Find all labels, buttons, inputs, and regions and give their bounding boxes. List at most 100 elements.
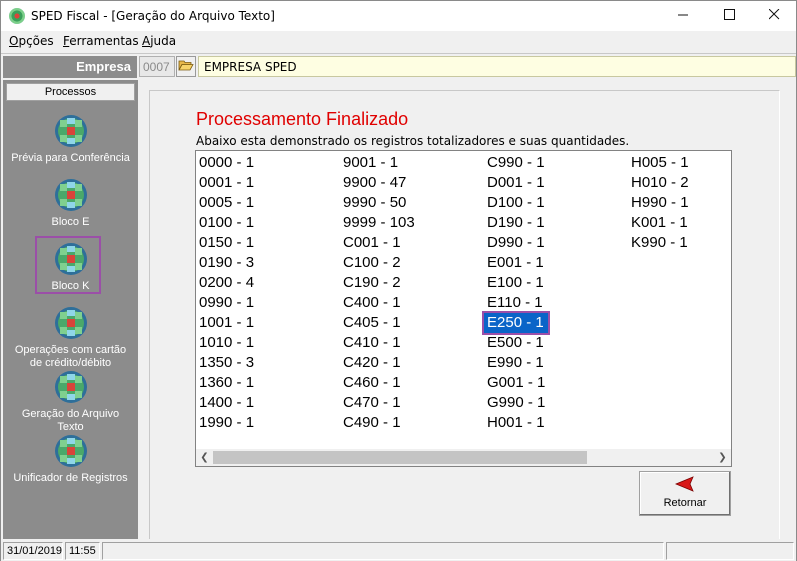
list-item[interactable]: 0150 - 1 (196, 233, 254, 253)
window-title: SPED Fiscal - [Geração do Arquivo Texto] (31, 9, 275, 23)
list-item[interactable]: E500 - 1 (484, 333, 548, 353)
app-logo-icon (9, 8, 25, 24)
empresa-name-field: EMPRESA SPED (198, 56, 796, 77)
list-item[interactable]: C490 - 1 (340, 413, 415, 433)
list-item[interactable]: H001 - 1 (484, 413, 548, 433)
sidebar-item-pr-via-para-confer-ncia[interactable]: Prévia para Conferência (3, 114, 138, 165)
records-column: H005 - 1 H010 - 2 H990 - 1 K001 - 1 K990 - 1 (628, 153, 689, 253)
list-item[interactable]: D990 - 1 (484, 233, 548, 253)
sidebar-item-unificador-de-registros[interactable]: Unificador de Registros (3, 434, 138, 485)
menu-ferramentas[interactable]: Ferramentas (63, 34, 139, 48)
selection-frame (35, 236, 101, 294)
empresa-bar: Empresa 0007 EMPRESA SPED (1, 53, 796, 78)
menu-ajuda[interactable]: Ajuda (142, 34, 176, 48)
list-item[interactable]: H990 - 1 (628, 193, 689, 213)
list-item[interactable]: 0000 - 1 (196, 153, 254, 173)
retornar-label: Retornar (663, 497, 707, 509)
list-item[interactable]: E100 - 1 (484, 273, 548, 293)
process-globe-icon (54, 114, 88, 148)
list-item[interactable]: 9999 - 103 (340, 213, 415, 233)
sidebar-item-bloco-e[interactable]: Bloco E (3, 178, 138, 229)
retornar-button[interactable]: Retornar (639, 471, 731, 516)
horizontal-scrollbar[interactable]: ❮ ❯ (196, 449, 731, 466)
menu-opcoes[interactable]: Opções (9, 34, 54, 48)
menu-ajuda-rest: juda (150, 34, 177, 48)
list-item[interactable]: C400 - 1 (340, 293, 415, 313)
selected-list-item[interactable]: E250 - 1 (482, 311, 550, 335)
list-item[interactable]: C190 - 2 (340, 273, 415, 293)
list-item[interactable]: G990 - 1 (484, 393, 548, 413)
list-item[interactable]: C470 - 1 (340, 393, 415, 413)
status-message (102, 542, 664, 560)
maximize-icon (723, 8, 735, 24)
list-item[interactable]: D100 - 1 (484, 193, 548, 213)
list-item[interactable]: C460 - 1 (340, 373, 415, 393)
menu-bar: Opções Ferramentas Ajuda (1, 31, 796, 52)
records-column: 0000 - 1 0001 - 1 0005 - 1 0100 - 1 0150 - 1… (196, 153, 254, 433)
status-bar: 31/01/2019 11:55 (1, 540, 796, 561)
list-item[interactable]: C001 - 1 (340, 233, 415, 253)
list-item[interactable]: C990 - 1 (484, 153, 548, 173)
title-bar: SPED Fiscal - [Geração do Arquivo Texto] (1, 1, 796, 31)
list-item[interactable]: 9900 - 47 (340, 173, 415, 193)
list-item[interactable]: H005 - 1 (628, 153, 689, 173)
list-item[interactable]: 9001 - 1 (340, 153, 415, 173)
sidebar-item-opera-es-com-cart-o-de-cr-dito-d-bito[interactable]: Operações com cartão de crédito/débito (3, 306, 138, 370)
list-item[interactable]: 9990 - 50 (340, 193, 415, 213)
list-item[interactable]: C100 - 2 (340, 253, 415, 273)
list-item[interactable]: C420 - 1 (340, 353, 415, 373)
scrollbar-thumb[interactable] (213, 451, 587, 464)
sidebar-item-gera-o-do-arquivo-texto[interactable]: Geração do Arquivo Texto (3, 370, 138, 434)
folder-open-icon (178, 58, 194, 75)
list-item[interactable]: 0005 - 1 (196, 193, 254, 213)
list-item[interactable]: D001 - 1 (484, 173, 548, 193)
list-item[interactable]: G001 - 1 (484, 373, 548, 393)
list-item[interactable]: 0200 - 4 (196, 273, 254, 293)
scroll-right-icon[interactable]: ❯ (714, 449, 731, 466)
status-time: 11:55 (65, 542, 100, 560)
back-arrow-icon (640, 476, 730, 495)
sidebar-item-label: Unificador de Registros (13, 472, 128, 484)
list-item[interactable]: K990 - 1 (628, 233, 689, 253)
page-title: Processamento Finalizado (196, 109, 409, 129)
list-item[interactable]: 1350 - 3 (196, 353, 254, 373)
records-listbox[interactable]: 0000 - 1 0001 - 1 0005 - 1 0100 - 1 0150 - 1… (195, 150, 732, 467)
list-item[interactable]: E990 - 1 (484, 353, 548, 373)
list-item[interactable]: D190 - 1 (484, 213, 548, 233)
menu-ferramentas-rest: erramentas (69, 34, 139, 48)
process-globe-icon (54, 178, 88, 212)
list-item[interactable]: K001 - 1 (628, 213, 689, 233)
list-item[interactable]: H010 - 2 (628, 173, 689, 193)
minimize-button[interactable] (660, 1, 706, 31)
list-item[interactable]: 1400 - 1 (196, 393, 254, 413)
sidebar-item-bloco-k[interactable]: Bloco K (3, 236, 138, 294)
list-item[interactable]: 0100 - 1 (196, 213, 254, 233)
open-empresa-button[interactable] (176, 56, 196, 77)
list-item[interactable]: 1360 - 1 (196, 373, 254, 393)
sidebar-item-label: Operações com cartão de crédito/débito (14, 344, 127, 369)
page-subtitle: Abaixo esta demonstrado os registros tot… (196, 134, 630, 148)
list-item[interactable]: 1010 - 1 (196, 333, 254, 353)
records-column: 9001 - 1 9900 - 47 9990 - 50 9999 - 103 C001… (340, 153, 415, 433)
menu-ajuda-accel: A (142, 34, 151, 48)
process-globe-icon (54, 370, 88, 404)
list-item[interactable]: C410 - 1 (340, 333, 415, 353)
list-item[interactable]: E001 - 1 (484, 253, 548, 273)
list-item[interactable]: C405 - 1 (340, 313, 415, 333)
list-item[interactable]: 0990 - 1 (196, 293, 254, 313)
empresa-label: Empresa (3, 56, 137, 78)
list-item[interactable]: E110 - 1 (484, 293, 548, 313)
maximize-button[interactable] (706, 1, 752, 31)
scroll-left-icon[interactable]: ❮ (196, 449, 213, 466)
sidebar-item-label: Bloco E (51, 216, 90, 228)
list-item[interactable]: 1990 - 1 (196, 413, 254, 433)
list-item[interactable]: 0190 - 3 (196, 253, 254, 273)
close-button[interactable] (751, 1, 797, 31)
menu-opcoes-rest: pções (18, 34, 54, 48)
empresa-code-field[interactable]: 0007 (139, 56, 175, 77)
app-window: SPED Fiscal - [Geração do Arquivo Texto]… (0, 0, 797, 561)
list-item[interactable]: 0001 - 1 (196, 173, 254, 193)
process-globe-icon (54, 306, 88, 340)
list-item[interactable]: E250 - 1 (482, 311, 550, 335)
list-item[interactable]: 1001 - 1 (196, 313, 254, 333)
